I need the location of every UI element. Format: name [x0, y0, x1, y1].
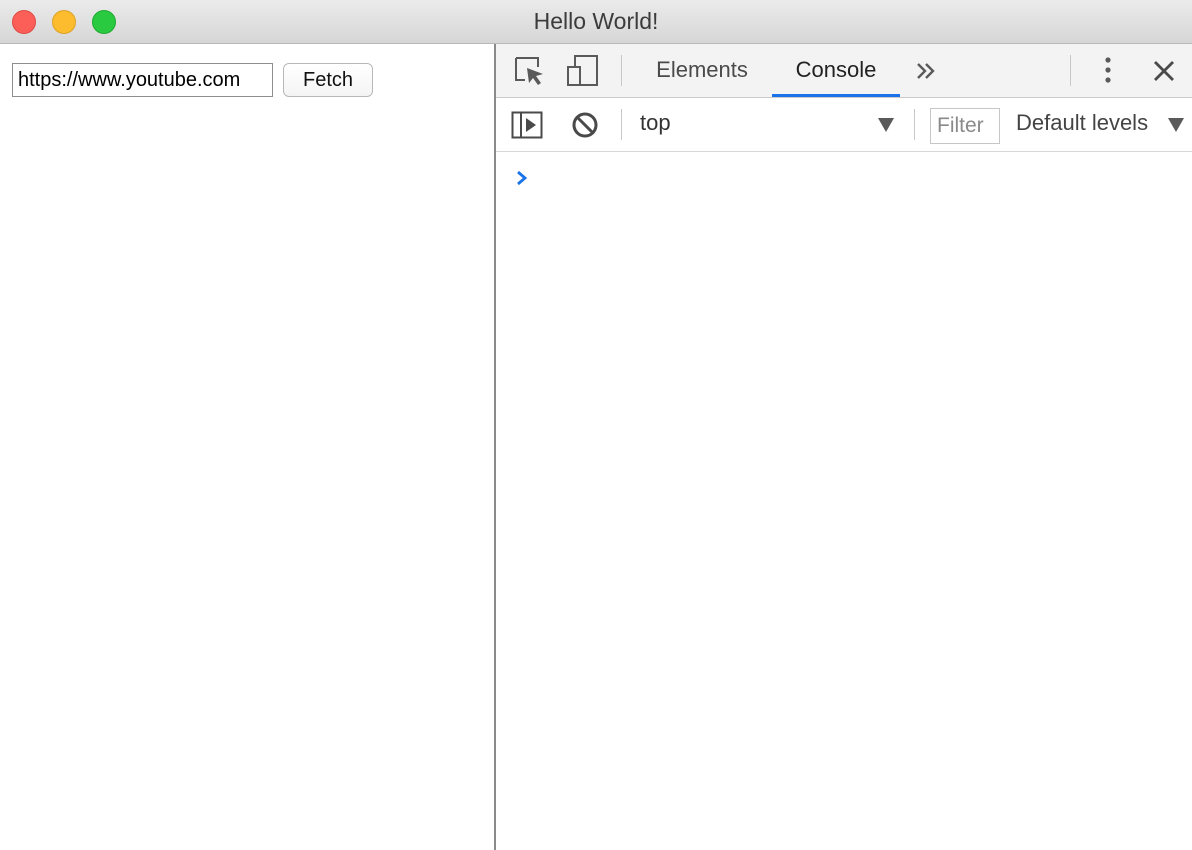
devtools-panel: Elements Console top Filter Default leve…: [496, 44, 1192, 850]
toolbar-separator: [914, 109, 915, 140]
kebab-menu-icon[interactable]: [1100, 56, 1116, 86]
inspect-element-icon[interactable]: [514, 56, 546, 86]
tab-console[interactable]: Console: [772, 44, 900, 97]
context-selector[interactable]: top: [640, 110, 671, 136]
devtools-main-toolbar: Elements Console: [496, 44, 1192, 98]
sidebar-toggle-icon[interactable]: [511, 111, 543, 139]
close-icon[interactable]: [1152, 59, 1176, 83]
url-input[interactable]: [12, 63, 273, 97]
device-toggle-icon[interactable]: [566, 54, 600, 88]
toolbar-separator: [621, 55, 622, 86]
console-toolbar: top Filter Default levels: [496, 98, 1192, 152]
toolbar-separator: [1070, 55, 1071, 86]
console-prompt-icon[interactable]: [516, 170, 528, 186]
clear-console-icon[interactable]: [571, 111, 599, 139]
window-titlebar: Hello World!: [0, 0, 1192, 44]
dropdown-arrow-icon[interactable]: [878, 118, 894, 132]
log-levels-dropdown[interactable]: Default levels: [1016, 110, 1148, 136]
dropdown-arrow-icon[interactable]: [1168, 118, 1184, 132]
window-title: Hello World!: [533, 8, 659, 34]
app-content: Fetch: [0, 44, 494, 850]
tab-elements[interactable]: Elements: [642, 44, 762, 97]
filter-input[interactable]: Filter: [930, 108, 1000, 144]
toolbar-separator: [621, 109, 622, 140]
fetch-button[interactable]: Fetch: [283, 63, 373, 97]
more-tabs-icon[interactable]: [915, 61, 939, 81]
